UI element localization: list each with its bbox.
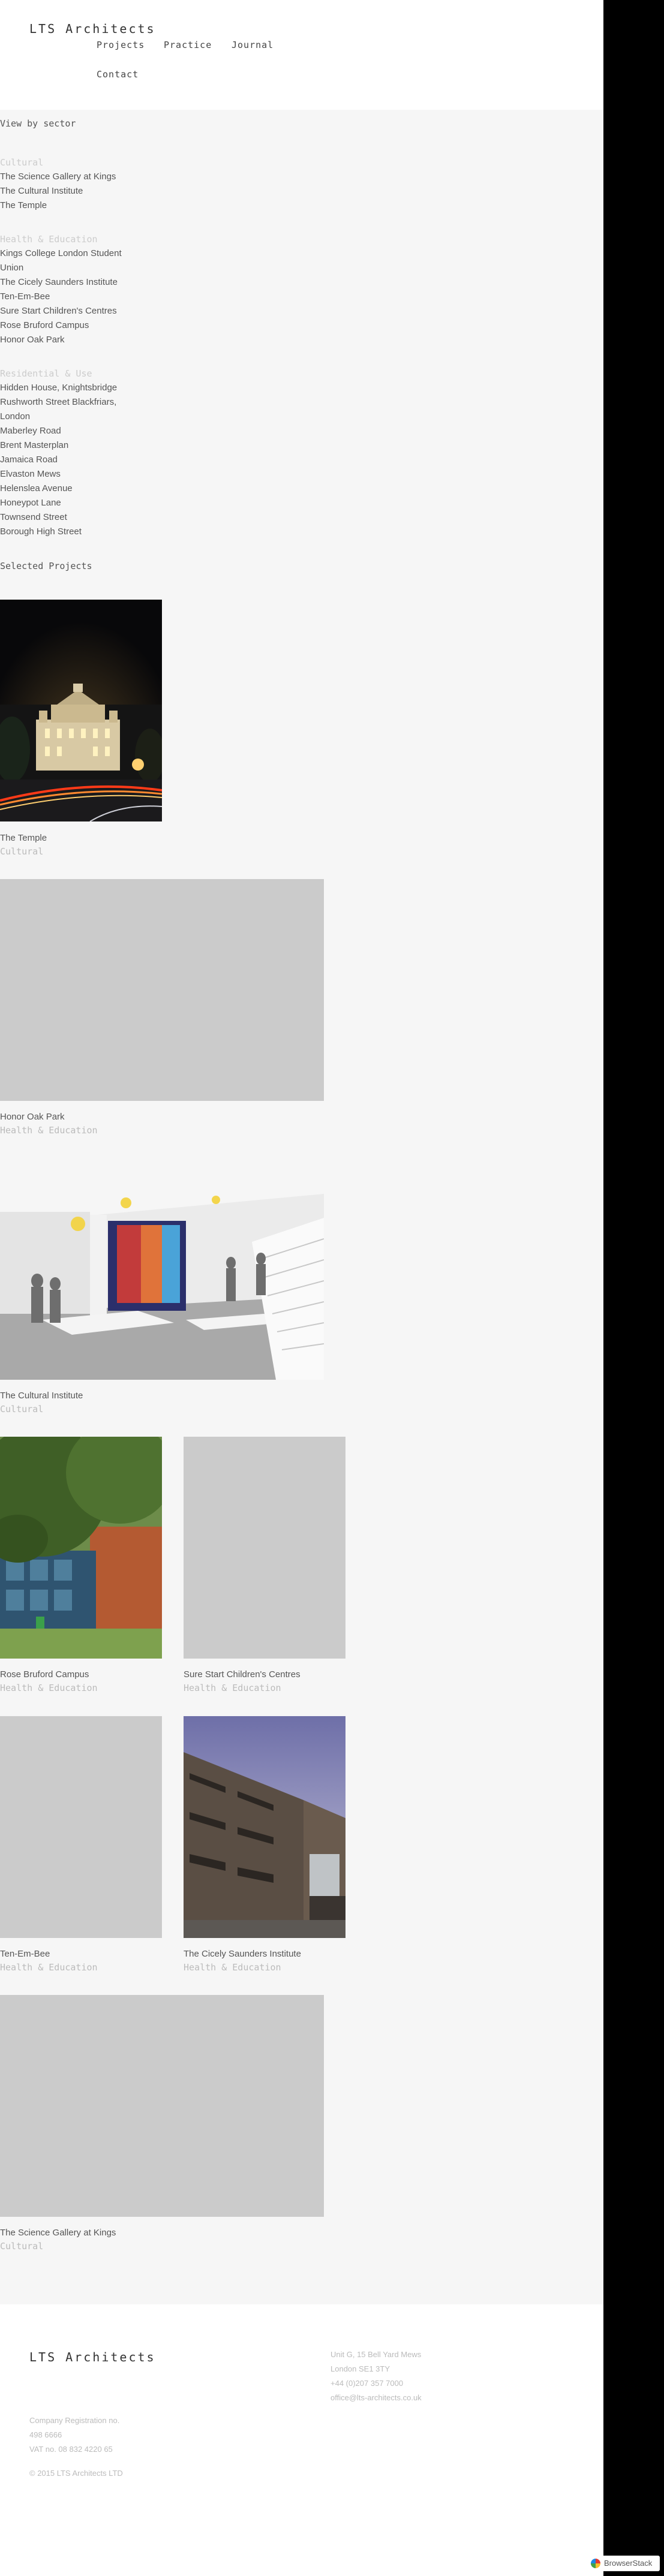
nav-practice[interactable]: Practice	[164, 40, 212, 50]
project-image-rose-bruford[interactable]	[0, 1437, 162, 1659]
main-content: View by sector Cultural The Science Gall…	[0, 110, 603, 2304]
nav-journal[interactable]: Journal	[232, 40, 274, 50]
list-item[interactable]: The Science Gallery at Kings	[0, 170, 116, 184]
project-title[interactable]: The Cicely Saunders Institute	[184, 1949, 301, 1959]
sector-heading: View by sector	[0, 118, 76, 129]
company-registration-label: Company Registration no.	[29, 2416, 120, 2425]
project-image-honor-oak-park[interactable]	[0, 879, 324, 1101]
project-sector: Health & Education	[0, 1125, 98, 1136]
footer-logo[interactable]: LTS Architects	[29, 2350, 156, 2364]
project-sector: Health & Education	[0, 1962, 98, 1973]
list-item[interactable]: Ten-Em-Bee	[0, 290, 50, 304]
project-sector: Health & Education	[184, 1962, 281, 1973]
copyright: © 2015 LTS Architects LTD	[29, 2469, 123, 2478]
project-sector: Health & Education	[0, 1683, 98, 1693]
project-sector: Cultural	[0, 2241, 44, 2252]
project-image-cicely-saunders[interactable]	[184, 1716, 345, 1938]
list-item[interactable]: Kings College London Student	[0, 246, 122, 261]
project-image-science-gallery[interactable]	[0, 1995, 324, 2217]
list-item[interactable]: Jamaica Road	[0, 453, 58, 467]
list-item[interactable]: Brent Masterplan	[0, 438, 68, 453]
project-image-cultural-institute[interactable]	[0, 1158, 324, 1380]
project-title[interactable]: Honor Oak Park	[0, 1112, 65, 1122]
nav-contact[interactable]: Contact	[97, 69, 139, 80]
phone-number[interactable]: +44 (0)207 357 7000	[331, 2376, 403, 2391]
list-item[interactable]: The Temple	[0, 198, 47, 213]
address-line: Unit G, 15 Bell Yard Mews	[331, 2350, 422, 2359]
project-sector: Health & Education	[184, 1683, 281, 1693]
list-item[interactable]: Hidden House, Knightsbridge	[0, 381, 117, 395]
gallery-render	[0, 1158, 324, 1380]
list-item[interactable]: Rushworth Street Blackfriars,	[0, 395, 116, 410]
selected-projects-heading: Selected Projects	[0, 561, 92, 571]
list-item[interactable]: London	[0, 410, 30, 424]
sector-health-education[interactable]: Health & Education	[0, 234, 98, 245]
project-image-the-temple[interactable]	[0, 600, 162, 821]
vat-number: VAT no. 08 832 4220 65	[29, 2445, 113, 2454]
list-item[interactable]: Sure Start Children's Centres	[0, 304, 117, 318]
brick-building-photo	[184, 1716, 345, 1938]
site-logo[interactable]: LTS Architects	[29, 22, 156, 36]
project-title[interactable]: The Science Gallery at Kings	[0, 2228, 116, 2238]
sector-residential[interactable]: Residential & Use	[0, 368, 92, 379]
list-item[interactable]: Borough High Street	[0, 525, 82, 539]
project-title[interactable]: The Temple	[0, 833, 47, 843]
project-title[interactable]: Sure Start Children's Centres	[184, 1669, 301, 1680]
list-item[interactable]: Honor Oak Park	[0, 333, 65, 347]
project-image-ten-em-bee[interactable]	[0, 1716, 162, 1938]
list-item[interactable]: Union	[0, 261, 23, 275]
project-title[interactable]: Ten-Em-Bee	[0, 1949, 50, 1959]
browserstack-badge[interactable]: BrowserStack	[588, 2556, 660, 2571]
project-title[interactable]: Rose Bruford Campus	[0, 1669, 89, 1680]
site-footer: LTS Architects Unit G, 15 Bell Yard Mews…	[0, 2304, 603, 2576]
nav-projects[interactable]: Projects	[97, 40, 145, 50]
list-item[interactable]: Rose Bruford Campus	[0, 318, 89, 333]
night-building-photo	[0, 600, 162, 821]
project-sector: Cultural	[0, 1404, 44, 1415]
browserstack-logo-icon	[591, 2559, 600, 2568]
project-title[interactable]: The Cultural Institute	[0, 1391, 83, 1401]
page: LTS Architects Projects Practice Journal…	[0, 0, 603, 2576]
email-link[interactable]: office@lts-architects.co.uk	[331, 2391, 422, 2405]
project-image-sure-start[interactable]	[184, 1437, 345, 1659]
address-line: London SE1 3TY	[331, 2364, 390, 2373]
project-sector: Cultural	[0, 846, 44, 857]
list-item[interactable]: Townsend Street	[0, 510, 67, 525]
list-item[interactable]: The Cicely Saunders Institute	[0, 275, 118, 290]
list-item[interactable]: Elvaston Mews	[0, 467, 61, 482]
list-item[interactable]: Honeypot Lane	[0, 496, 61, 510]
sector-cultural[interactable]: Cultural	[0, 157, 43, 168]
list-item[interactable]: Maberley Road	[0, 424, 61, 438]
badge-label: BrowserStack	[604, 2559, 653, 2568]
list-item[interactable]: The Cultural Institute	[0, 184, 83, 198]
site-header: LTS Architects Projects Practice Journal…	[0, 0, 603, 110]
company-registration-number: 498 6666	[29, 2430, 62, 2439]
campus-photo	[0, 1437, 162, 1659]
list-item[interactable]: Helenslea Avenue	[0, 482, 73, 496]
